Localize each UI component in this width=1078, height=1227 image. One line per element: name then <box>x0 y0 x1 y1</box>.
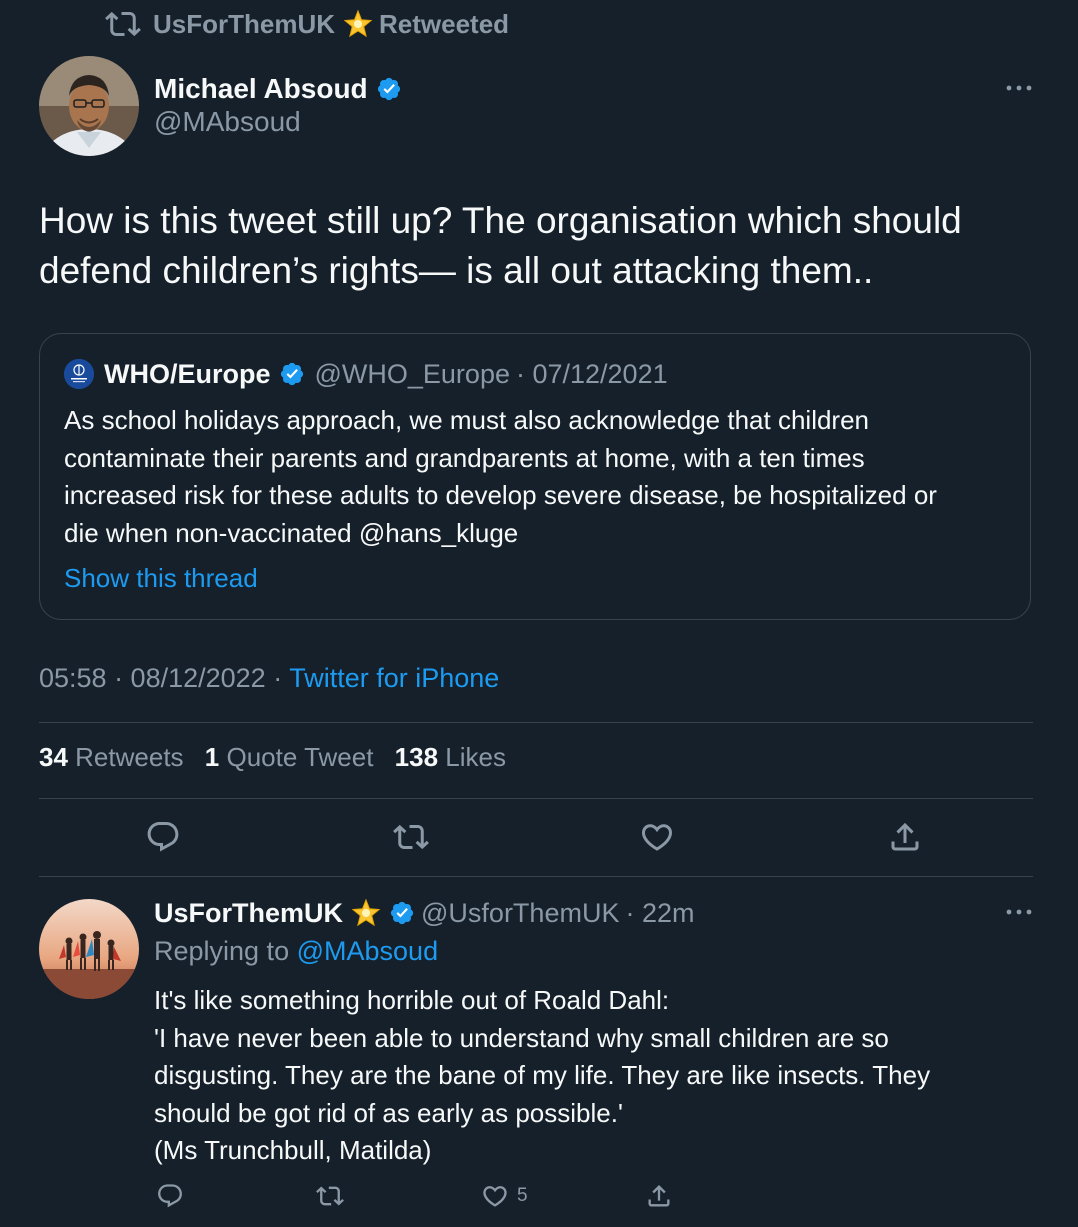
quoted-text-line: die when non-vaccinated @hans_kluge <box>64 517 519 548</box>
likes-count: 138 <box>394 742 439 772</box>
retweets-stat[interactable]: 34 Retweets <box>39 742 184 772</box>
share-icon[interactable] <box>887 819 923 855</box>
quoted-text-line: contaminate their parents and grandparen… <box>64 442 865 473</box>
reply-time[interactable]: · 22m <box>625 898 694 929</box>
retweets-label: Retweets <box>75 742 184 772</box>
share-icon[interactable] <box>645 1182 673 1210</box>
reply-text: It's like something horrible out of Roal… <box>154 982 1054 1170</box>
tweet-text-line: defend children’s rights— is all out att… <box>39 250 874 291</box>
divider <box>39 798 1033 799</box>
divider <box>39 722 1033 723</box>
quotes-count: 1 <box>204 742 220 772</box>
source-link[interactable]: Twitter for iPhone <box>289 663 499 693</box>
quoted-date: · 07/12/2021 <box>515 358 668 389</box>
quoted-tweet-header: WHO/Europe @WHO_Europe · 07/12/2021 <box>64 356 668 392</box>
avatar[interactable] <box>39 56 139 156</box>
engagement-stats: 34 Retweets 1 Quote Tweet 138 Likes <box>39 742 506 773</box>
who-logo-icon <box>64 359 94 389</box>
reply-header: UsForThemUK @UsforThemUK · 22m <box>154 895 695 931</box>
quoted-text-line: As school holidays approach, we must als… <box>64 405 870 435</box>
retweet-icon[interactable] <box>316 1182 344 1210</box>
retweeter-name[interactable]: UsForThemUK <box>153 9 335 40</box>
retweet-icon[interactable] <box>393 819 429 855</box>
replying-to-label: Replying to <box>154 936 290 966</box>
divider <box>39 876 1033 877</box>
tweet-text-line: How is this tweet still up? The organisa… <box>39 200 962 241</box>
star-icon <box>351 898 381 928</box>
replying-to: Replying to @MAbsoud <box>154 936 438 967</box>
reply-text-line: 'I have never been able to understand wh… <box>154 1022 889 1053</box>
verified-badge-icon <box>368 76 402 102</box>
verified-badge-icon <box>381 900 415 926</box>
quotes-label: Quote Tweet <box>226 742 374 772</box>
author-name-row[interactable]: Michael Absoud <box>154 72 402 106</box>
reply-text-line: disgusting. They are the bane of my life… <box>154 1060 931 1090</box>
quotes-stat[interactable]: 1 Quote Tweet <box>205 742 374 772</box>
quoted-text-line: increased risk for these adults to devel… <box>64 480 937 510</box>
reply-icon[interactable] <box>145 819 181 855</box>
reply-avatar-image <box>39 899 139 999</box>
tweet-timestamp: 05:58 · 08/12/2022 · Twitter for iPhone <box>39 663 499 694</box>
more-dots-icon[interactable] <box>1004 82 1034 94</box>
author-name[interactable]: Michael Absoud <box>154 73 368 105</box>
timestamp-text[interactable]: 05:58 · 08/12/2022 · <box>39 663 289 693</box>
star-icon <box>335 9 379 39</box>
author-handle[interactable]: @MAbsoud <box>154 106 301 138</box>
avatar-image <box>39 56 139 156</box>
heart-icon[interactable] <box>481 1182 509 1210</box>
avatar[interactable] <box>39 899 139 999</box>
more-dots-icon[interactable] <box>1004 906 1034 918</box>
retweeted-label: Retweeted <box>379 8 510 39</box>
retweets-count: 34 <box>39 742 68 772</box>
reply-text-line: It's like something horrible out of Roal… <box>154 985 670 1015</box>
reply-text-line: (Ms Trunchbull, Matilda) <box>154 1135 432 1165</box>
likes-label: Likes <box>445 742 506 772</box>
heart-icon[interactable] <box>639 819 675 855</box>
retweet-header: UsForThemUK Retweeted <box>105 6 509 42</box>
quoted-tweet-text: As school holidays approach, we must als… <box>64 402 1014 552</box>
quoted-author-handle[interactable]: @WHO_Europe <box>315 359 510 390</box>
reply-author-name[interactable]: UsForThemUK <box>154 898 343 929</box>
retweet-icon <box>105 6 153 42</box>
verified-badge-icon <box>271 361 305 387</box>
show-thread-link[interactable]: Show this thread <box>64 563 258 594</box>
reply-icon[interactable] <box>156 1182 184 1210</box>
like-count: 5 <box>517 1185 528 1206</box>
quoted-author-name[interactable]: WHO/Europe <box>104 359 271 390</box>
replying-to-handle[interactable]: @MAbsoud <box>297 936 438 966</box>
likes-stat[interactable]: 138 Likes <box>395 742 506 772</box>
tweet-text: How is this tweet still up? The organisa… <box>39 196 1039 296</box>
reply-author-handle[interactable]: @UsforThemUK <box>421 898 619 929</box>
tweet-page: UsForThemUK Retweeted Michael Absoud @MA… <box>0 0 1078 1227</box>
quoted-tweet-card[interactable]: WHO/Europe @WHO_Europe · 07/12/2021 As s… <box>39 333 1031 620</box>
like-button[interactable]: 5 <box>481 1182 528 1210</box>
reply-text-line: should be got rid of as early as possibl… <box>154 1097 623 1128</box>
